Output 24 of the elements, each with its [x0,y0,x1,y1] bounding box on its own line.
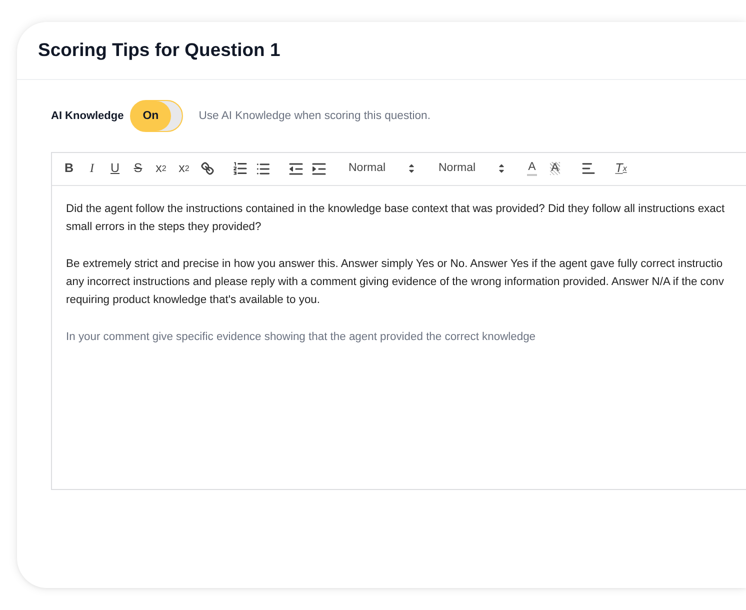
setting-label: AI Knowledge [51,110,124,122]
underline-button[interactable]: U [104,158,126,180]
link-icon [200,162,214,175]
bold-button[interactable]: B [58,158,80,180]
strikethrough-button[interactable]: S [126,158,150,180]
toggle-switch[interactable]: On [130,100,183,132]
editor-paragraph: In your comment give specific evidence showing that the agent provided the correct knowledge [66,330,537,346]
align-left-icon [582,163,594,174]
setting-description: Use AI Knowledge when scoring this question. [198,110,430,122]
up-down-caret-icon [498,164,504,173]
up-down-caret-icon [408,164,414,173]
bullet-list-icon [256,162,270,174]
indent-icon [312,162,326,174]
text-color-button[interactable]: A [520,158,544,180]
highlight-button[interactable]: A [544,158,566,180]
numbered-list-icon [233,162,247,175]
format-dropdown[interactable]: Normal [430,158,510,180]
editor-paragraph: Be extremely strict and precise in how you answer this. Answer simply Yes or No. Answer Yes if the agent gave fully correct instructio any incorrect instructions and please reply with a comment giving evidence of the wrong information provided. Answer N/A if the conv requiring product knowledge that's available to you. [66,256,725,308]
editor-paragraph: Did the agent follow the instructions contained in the knowledge base context that was provided? Did they follow all instructions exact small errors in the steps they provided? [66,202,726,236]
italic-button[interactable]: I [80,158,104,180]
format-dropdown[interactable]: Normal [340,158,420,180]
superscript-button[interactable]: x$^{2}$ [172,158,196,180]
dialog-title: Scoring Tips for Question 1 [38,38,280,60]
outdent-icon [289,162,303,174]
